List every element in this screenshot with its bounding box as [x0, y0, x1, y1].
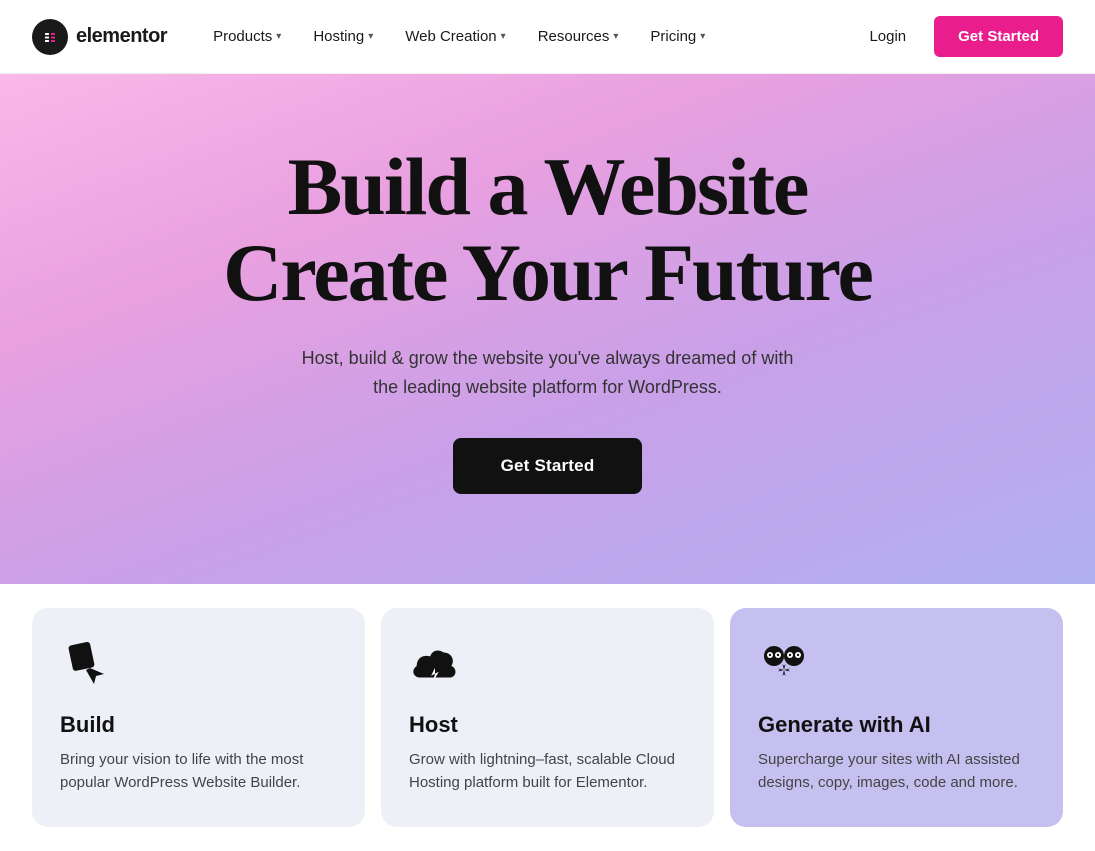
- logo-text: elementor: [76, 25, 167, 48]
- chevron-down-icon: ▾: [613, 31, 618, 42]
- logo-icon: [32, 19, 68, 55]
- cards-section: Build Bring your vision to life with the…: [0, 584, 1095, 851]
- nav-item-web-creation[interactable]: Web Creation ▾: [391, 20, 519, 53]
- hero-subtitle: Host, build & grow the website you've al…: [288, 344, 808, 402]
- card-ai-title: Generate with AI: [758, 712, 1035, 738]
- chevron-down-icon: ▾: [368, 31, 373, 42]
- chevron-down-icon: ▾: [700, 31, 705, 42]
- cloud-icon: [409, 640, 461, 692]
- ai-sparkle-icon: [758, 640, 810, 692]
- logo[interactable]: elementor: [32, 19, 167, 55]
- card-host: Host Grow with lightning–fast, scalable …: [381, 608, 714, 827]
- card-build-title: Build: [60, 712, 337, 738]
- nav-item-pricing[interactable]: Pricing ▾: [636, 20, 719, 53]
- get-started-nav-button[interactable]: Get Started: [934, 16, 1063, 57]
- card-build: Build Bring your vision to life with the…: [32, 608, 365, 827]
- nav-item-hosting[interactable]: Hosting ▾: [299, 20, 387, 53]
- nav-item-products[interactable]: Products ▾: [199, 20, 295, 53]
- nav-item-resources[interactable]: Resources ▾: [524, 20, 633, 53]
- cursor-icon: [60, 640, 112, 692]
- card-ai: Generate with AI Supercharge your sites …: [730, 608, 1063, 827]
- hero-title: Build a Website Create Your Future: [223, 144, 872, 316]
- hero-cta-button[interactable]: Get Started: [453, 438, 643, 494]
- hero-section: Build a Website Create Your Future Host,…: [0, 74, 1095, 584]
- card-build-desc: Bring your vision to life with the most …: [60, 748, 337, 795]
- card-host-title: Host: [409, 712, 686, 738]
- card-host-desc: Grow with lightning–fast, scalable Cloud…: [409, 748, 686, 795]
- card-ai-desc: Supercharge your sites with AI assisted …: [758, 748, 1035, 795]
- nav-actions: Login Get Started: [857, 16, 1063, 57]
- navbar: elementor Products ▾ Hosting ▾ Web Creat…: [0, 0, 1095, 74]
- chevron-down-icon: ▾: [276, 31, 281, 42]
- login-button[interactable]: Login: [857, 20, 918, 53]
- nav-links: Products ▾ Hosting ▾ Web Creation ▾ Reso…: [199, 20, 857, 53]
- chevron-down-icon: ▾: [501, 31, 506, 42]
